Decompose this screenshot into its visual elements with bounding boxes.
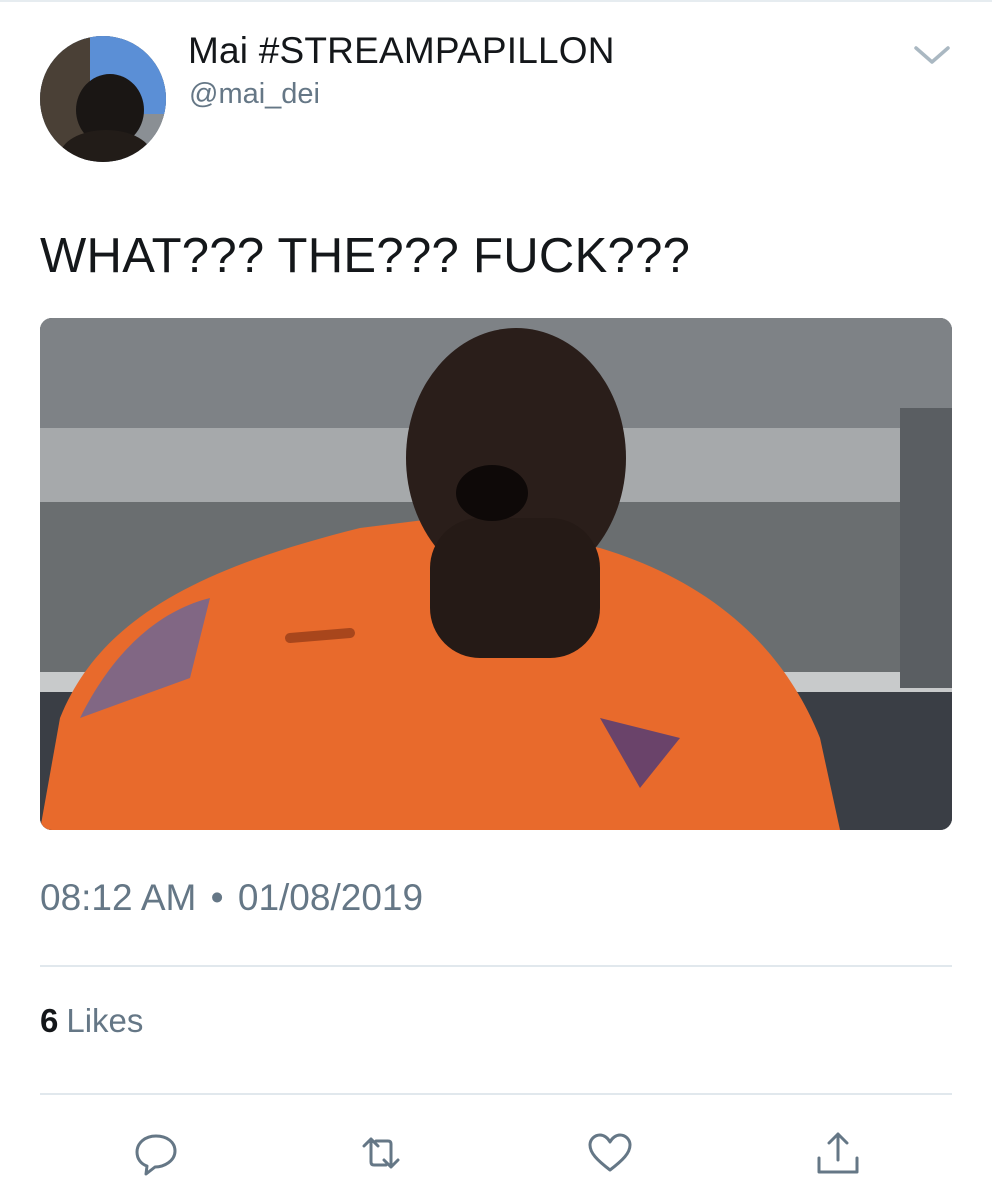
tweet-timestamp[interactable]: 08:12 AM • 01/08/2019 bbox=[40, 877, 423, 919]
likes-summary[interactable]: 6 Likes bbox=[40, 1002, 143, 1040]
retweet-icon[interactable] bbox=[356, 1128, 406, 1178]
tweet-photo[interactable] bbox=[40, 318, 952, 830]
share-icon[interactable] bbox=[813, 1128, 863, 1178]
top-divider bbox=[0, 0, 992, 2]
tweet-time: 08:12 AM bbox=[40, 877, 197, 918]
timestamp-separator: • bbox=[210, 877, 224, 918]
display-name[interactable]: Mai #STREAMPAPILLON bbox=[188, 30, 615, 72]
avatar-image bbox=[40, 36, 166, 162]
avatar[interactable] bbox=[40, 36, 166, 162]
tweet-text: WHAT??? THE??? FUCK??? bbox=[40, 229, 691, 283]
heart-icon[interactable] bbox=[585, 1128, 635, 1178]
tweet-date: 01/08/2019 bbox=[237, 877, 424, 918]
photo-image bbox=[40, 318, 952, 830]
reply-icon[interactable] bbox=[131, 1128, 181, 1178]
divider-bottom bbox=[40, 1093, 952, 1095]
likes-label: Likes bbox=[66, 1002, 144, 1039]
likes-count: 6 bbox=[40, 1002, 59, 1039]
chevron-down-icon[interactable] bbox=[912, 40, 952, 70]
user-handle[interactable]: @mai_dei bbox=[189, 78, 320, 111]
divider-top bbox=[40, 965, 952, 967]
